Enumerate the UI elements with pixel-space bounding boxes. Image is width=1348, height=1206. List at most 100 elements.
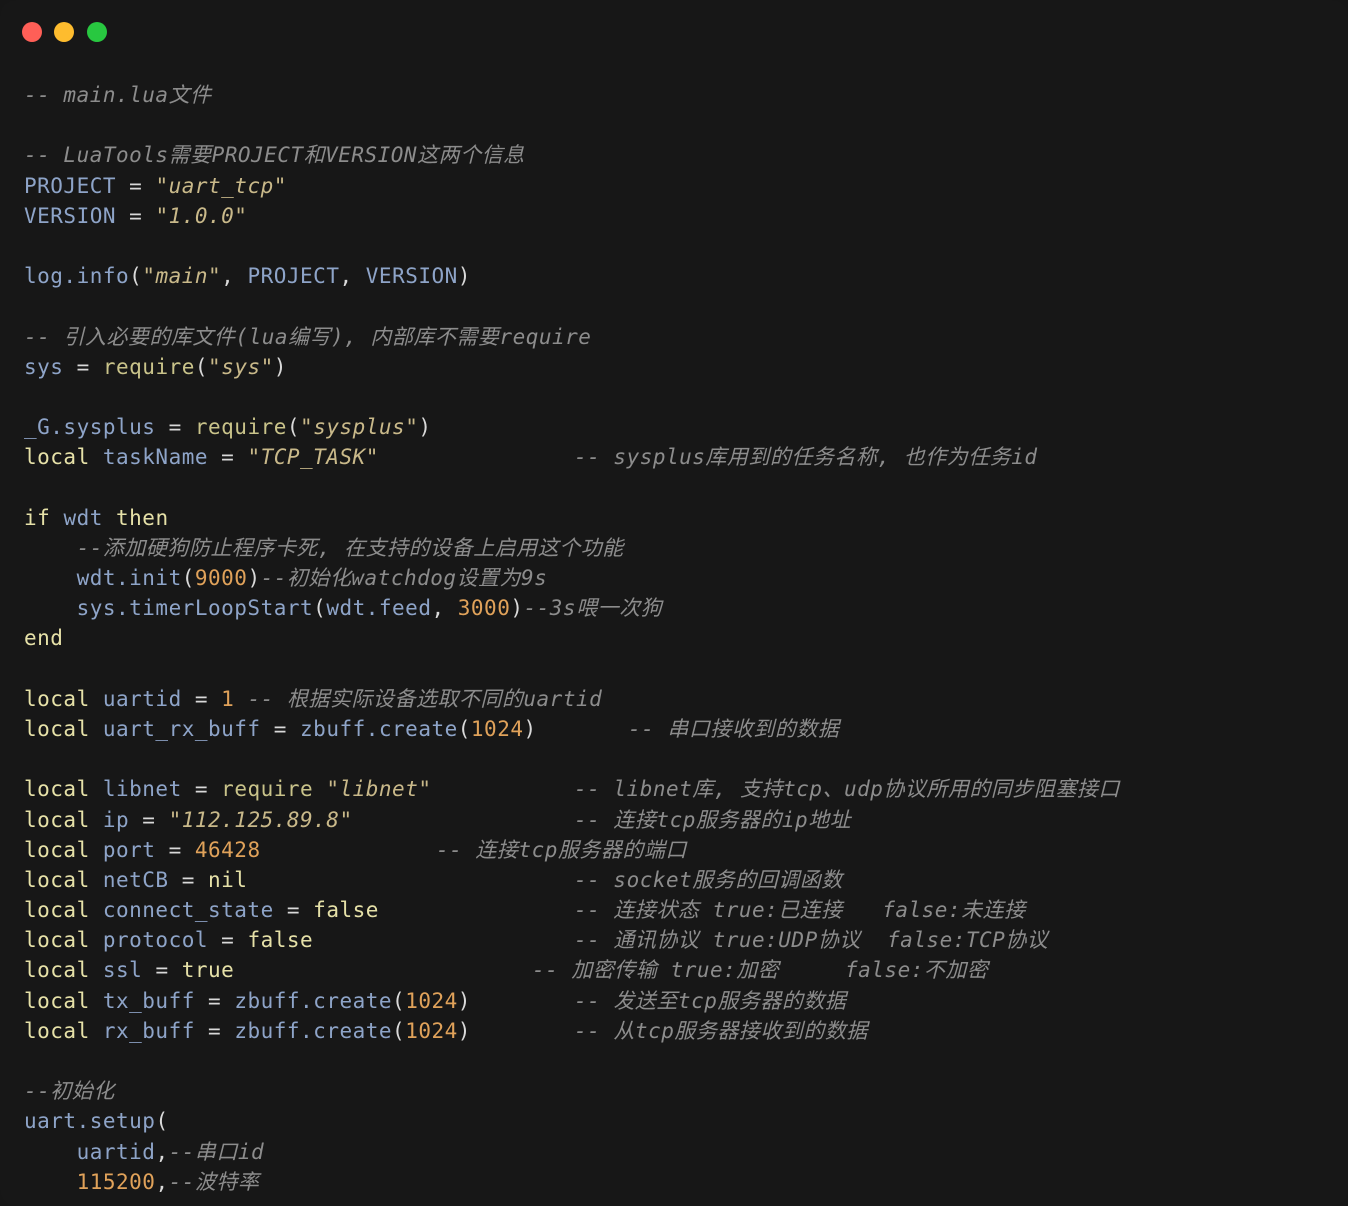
code-token: = xyxy=(208,445,248,470)
code-line: local ssl = true -- 加密传输 true:加密 false:不加… xyxy=(24,955,1348,985)
code-token: VERSION xyxy=(365,264,458,289)
code-token: PROJECT xyxy=(247,264,340,289)
code-comment: -- socket服务的回调函数 xyxy=(574,867,843,892)
code-comment: -- libnet库, 支持tcp、udp协议所用的同步阻塞接口 xyxy=(574,777,1120,802)
code-token: , xyxy=(155,1169,169,1194)
code-token: ( xyxy=(181,566,195,590)
code-line: local rx_buff = zbuff.create(1024) -- 从tc… xyxy=(24,1016,1348,1046)
code-token: "sysplus" xyxy=(300,415,419,440)
code-token: local xyxy=(24,837,90,862)
code-line: PROJECT = "uart_tcp" xyxy=(24,171,1348,201)
code-token: = xyxy=(260,716,301,741)
code-token: "main" xyxy=(142,264,222,289)
code-token: 1 xyxy=(221,686,235,711)
code-token: ) xyxy=(247,566,261,590)
code-token: true xyxy=(181,958,235,983)
code-token: local xyxy=(24,716,90,741)
code-comment: -- 发送至tcp服务器的数据 xyxy=(574,988,847,1013)
code-token: local xyxy=(24,445,90,470)
code-token: = xyxy=(168,867,209,892)
code-comment: -- 根据实际设备选取不同的uartid xyxy=(234,686,603,711)
code-token: ( xyxy=(194,354,209,379)
code-token: ip xyxy=(89,807,130,832)
code-line: local taskName = "TCP_TASK" -- sysplus库用到… xyxy=(24,442,1348,472)
code-token: zbuff.create xyxy=(300,716,458,741)
code-token: 46428 xyxy=(194,837,261,862)
code-comment: -- main.lua文件 xyxy=(24,83,212,107)
code-token: "sys" xyxy=(208,354,274,379)
code-token: ( xyxy=(286,415,301,440)
code-token: = xyxy=(194,988,235,1013)
code-token: nil xyxy=(208,867,248,892)
code-token: , xyxy=(431,596,458,621)
code-comment: -- 连接tcp服务器的ip地址 xyxy=(574,807,852,832)
code-comment: -- 从tcp服务器接收到的数据 xyxy=(574,1018,868,1043)
code-token: uart_rx_buff xyxy=(89,716,261,741)
code-line: --添加硬狗防止程序卡死, 在支持的设备上启用这个功能 xyxy=(24,533,1348,563)
code-line: sys.timerLoopStart(wdt.feed, 3000)--3s喂一… xyxy=(24,593,1348,623)
code-token: uartid xyxy=(24,1139,156,1164)
window-titlebar xyxy=(0,0,1348,60)
code-line: local port = 46428 -- 连接tcp服务器的端口 xyxy=(24,835,1348,865)
code-token: wdt.init xyxy=(24,566,182,590)
code-token: 1024 xyxy=(405,1018,458,1043)
code-token: port xyxy=(89,837,156,862)
code-token: require xyxy=(221,777,314,802)
code-token: tx_buff xyxy=(89,988,195,1013)
code-token: VERSION xyxy=(24,203,117,228)
code-token: local xyxy=(24,958,90,983)
code-token: wdt.feed xyxy=(326,596,432,621)
code-token: ) xyxy=(457,1018,471,1043)
code-token: 1024 xyxy=(470,716,524,741)
code-comment: -- 通讯协议 true:UDP协议 false:TCP协议 xyxy=(574,928,1049,953)
code-line: uart.setup( xyxy=(24,1106,1348,1136)
code-comment: -- LuaTools需要PROJECT和VERSION这两个信息 xyxy=(24,143,525,168)
code-token: ) xyxy=(510,596,524,621)
code-token: ) xyxy=(273,354,287,379)
code-token: , xyxy=(221,264,248,289)
code-line: VERSION = "1.0.0" xyxy=(24,201,1348,231)
code-line: log.info("main", PROJECT, VERSION) xyxy=(24,261,1348,291)
code-token: "112.125.89.8" xyxy=(168,807,353,832)
maximize-window-button[interactable] xyxy=(87,22,107,42)
code-token: sys.timerLoopStart xyxy=(24,596,314,621)
code-token: end xyxy=(24,626,64,651)
code-token: wdt xyxy=(50,505,103,530)
code-token: local xyxy=(24,686,90,711)
code-token: = xyxy=(142,958,182,983)
code-token: local xyxy=(24,1018,90,1043)
code-line: --初始化 xyxy=(24,1076,1348,1106)
code-token: require xyxy=(102,354,195,379)
code-line: local libnet = require "libnet" -- libnet… xyxy=(24,774,1348,804)
code-comment: -- 加密传输 true:加密 false:不加密 xyxy=(532,958,989,983)
code-token: false xyxy=(313,898,379,923)
minimize-window-button[interactable] xyxy=(54,22,74,42)
code-line: local uart_rx_buff = zbuff.create(1024) -… xyxy=(24,714,1348,744)
code-token: , xyxy=(155,1139,169,1164)
code-token: ( xyxy=(392,988,406,1013)
code-token: ( xyxy=(392,1018,406,1043)
code-line: -- 引入必要的库文件(lua编写), 内部库不需要require xyxy=(24,322,1348,352)
code-comment: -- 串口接收到的数据 xyxy=(628,716,840,741)
code-line: 115200,--波特率 xyxy=(24,1167,1348,1197)
code-token: ) xyxy=(418,415,432,440)
close-window-button[interactable] xyxy=(22,22,42,42)
code-comment: -- 连接状态 true:已连接 false:未连接 xyxy=(574,898,1026,923)
code-line: sys = require("sys") xyxy=(24,352,1348,382)
code-token: false xyxy=(247,928,314,953)
code-token: 1024 xyxy=(405,988,458,1013)
code-line: local netCB = nil -- socket服务的回调函数 xyxy=(24,865,1348,895)
code-token: 9000 xyxy=(194,566,248,590)
code-token: netCB xyxy=(89,867,169,892)
code-comment: -- 连接tcp服务器的端口 xyxy=(436,837,687,862)
code-token: = xyxy=(155,415,195,440)
code-line: uartid,--串口id xyxy=(24,1137,1348,1167)
code-comment: --波特率 xyxy=(168,1169,260,1194)
code-line: end xyxy=(24,623,1348,653)
code-token: taskName xyxy=(89,445,209,470)
